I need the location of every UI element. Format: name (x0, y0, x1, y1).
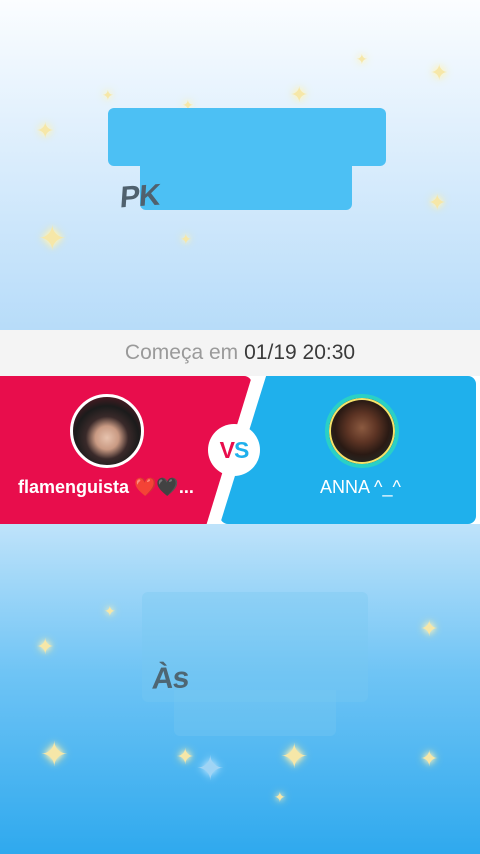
sparkle-icon: ✦ (196, 750, 225, 788)
start-time-label: Começa em (124, 341, 239, 364)
left-player-name[interactable]: flamenguista ❤️🖤... (18, 477, 196, 498)
sparkle-icon: ✦ (420, 746, 439, 771)
sparkle-icon: ✦ (36, 634, 55, 659)
sparkle-icon: ✦ (420, 616, 439, 641)
vs-letter-s: S (234, 436, 249, 463)
pk-title-banner (108, 108, 386, 166)
pk-title-banner-tab (140, 160, 352, 210)
start-time-value: 01/19 20:30 (244, 341, 356, 364)
sparkle-icon: ✦ (102, 87, 114, 103)
sparkle-icon: ✦ (36, 118, 55, 143)
sparkle-icon: ✦ (38, 220, 67, 258)
right-player-avatar[interactable] (325, 394, 399, 468)
start-time-bar: Começa em 01/19 20:30 (0, 330, 480, 376)
pk-title: PK (118, 178, 161, 215)
sparkle-icon: ✦ (104, 603, 116, 619)
as-title: Às (150, 661, 190, 696)
sparkle-icon: ✦ (428, 190, 447, 215)
as-banner-tab (174, 690, 336, 736)
sparkle-icon: ✦ (180, 231, 192, 247)
sparkle-icon: ✦ (290, 82, 309, 107)
sparkle-icon: ✦ (40, 736, 69, 774)
sparkle-icon: ✦ (430, 60, 449, 85)
vs-badge: VS (208, 424, 260, 476)
left-player-avatar[interactable] (70, 394, 144, 468)
right-player-name[interactable]: ANNA ^_^ (320, 477, 401, 498)
vs-letter-v: V (219, 436, 235, 463)
sparkle-icon: ✦ (356, 51, 368, 67)
sparkle-icon: ✦ (274, 789, 286, 805)
sparkle-icon: ✦ (176, 744, 195, 769)
sparkle-icon: ✦ (280, 738, 309, 776)
